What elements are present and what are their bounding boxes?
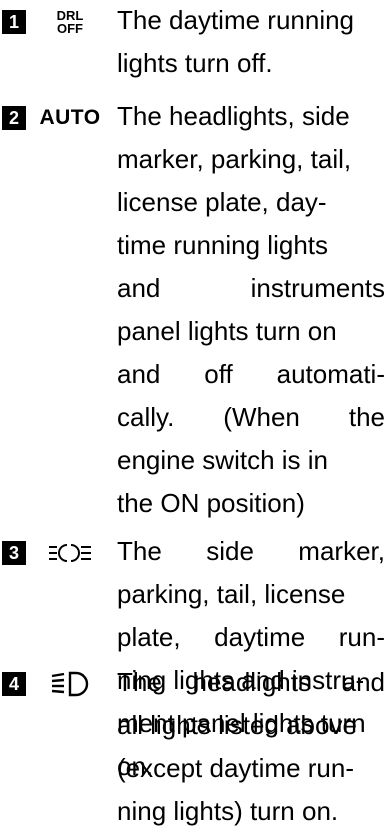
item-description: The headlights, side marker, parking, ta…	[117, 95, 385, 525]
description-line: The daytime running	[117, 5, 355, 35]
description-line: panel lights turn on	[117, 316, 337, 346]
side-marker-lights-icon	[34, 531, 106, 575]
description-line: lights turn off.	[117, 48, 273, 78]
description-line: time running lights	[117, 230, 328, 260]
description-line: and off automati-	[117, 359, 385, 389]
item-number-badge: 2	[2, 106, 26, 130]
item-description: The headlights and all lights listed abo…	[117, 661, 385, 833]
description-line: plate, daytime run-	[117, 622, 385, 652]
description-line: parking, tail, license	[117, 579, 346, 609]
auto-label: AUTO	[39, 106, 101, 129]
drl-off-switch-icon: DRL OFF	[34, 0, 106, 44]
description-line: cally. (When the	[117, 402, 385, 432]
description-line: marker, parking, tail,	[117, 144, 352, 174]
headlights-icon	[34, 662, 106, 706]
item-description: The daytime running lights turn off.	[117, 0, 385, 85]
description-line: (except daytime run-	[117, 753, 354, 783]
side-marker-lights-glyph	[49, 544, 91, 562]
description-line: The headlights, side	[117, 101, 350, 131]
item-number-badge: 3	[2, 541, 26, 565]
description-line: license plate, day-	[117, 187, 327, 217]
description-line: the ON position)	[117, 488, 305, 518]
item-number-badge: 4	[2, 672, 26, 696]
off-label: OFF	[57, 21, 83, 36]
description-line: The side marker,	[117, 536, 385, 566]
headlights-glyph	[51, 671, 89, 697]
description-line: all lights listed above	[117, 710, 357, 740]
description-line: The headlights and	[117, 667, 385, 697]
item-number-badge: 1	[2, 10, 26, 34]
description-line: ning lights) turn on.	[117, 796, 339, 826]
description-line: and instruments	[117, 273, 385, 303]
description-line: engine switch is in	[117, 445, 328, 475]
auto-switch-icon: AUTO	[34, 96, 106, 140]
